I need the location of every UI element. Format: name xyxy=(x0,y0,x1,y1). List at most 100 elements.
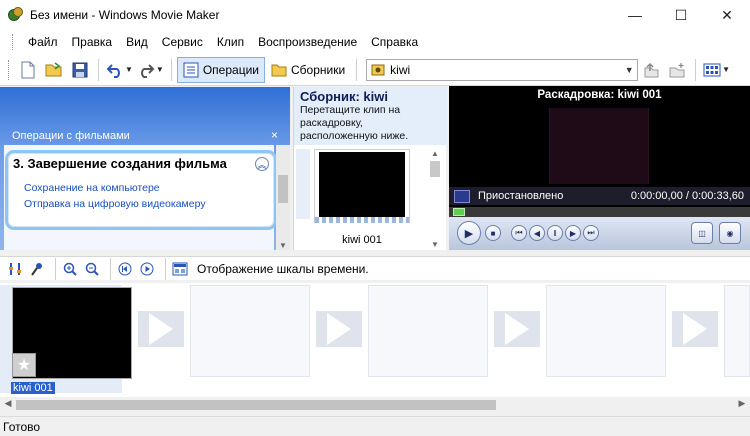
previous-frame-button[interactable]: ⏮ xyxy=(511,225,527,241)
storyboard-clip-label[interactable]: kiwi 001 xyxy=(11,382,55,394)
scroll-up-icon[interactable]: ▲ xyxy=(428,149,442,158)
monitor-title: Раскадровка: kiwi 001 xyxy=(537,89,662,101)
up-level-icon xyxy=(644,62,659,77)
close-icon[interactable]: × xyxy=(271,128,278,142)
show-timeline-button[interactable] xyxy=(171,260,189,278)
redo-dropdown-icon[interactable]: ▼ xyxy=(156,65,164,74)
collection-clip-label[interactable]: kiwi 001 xyxy=(314,234,410,246)
scroll-right-icon[interactable]: ▶ xyxy=(735,398,749,409)
split-clip-button[interactable]: ◫ xyxy=(691,222,713,244)
collection-pane: Сборник: kiwi Перетащите клип на раскадр… xyxy=(293,87,447,250)
finish-movie-section: 3. Завершение создания фильма ︽ Сохранен… xyxy=(8,153,274,227)
menu-tools[interactable]: Сервис xyxy=(155,35,210,49)
collapse-section-icon[interactable]: ︽ xyxy=(255,157,269,171)
storyboard-empty-slot[interactable] xyxy=(190,285,310,377)
scrollbar-thumb[interactable] xyxy=(16,400,496,410)
next-frame-button[interactable]: ⏭ xyxy=(583,225,599,241)
set-audio-levels-button[interactable] xyxy=(6,260,24,278)
seek-slider-handle[interactable] xyxy=(453,208,465,216)
menu-grip[interactable] xyxy=(12,34,15,50)
show-timeline-label[interactable]: Отображение шкалы времени. xyxy=(197,262,369,276)
scroll-down-icon[interactable]: ▼ xyxy=(428,240,442,249)
rewind-button[interactable]: ◀ xyxy=(529,225,545,241)
undo-dropdown-icon[interactable]: ▼ xyxy=(125,65,133,74)
seek-bar[interactable] xyxy=(449,207,750,217)
menu-edit[interactable]: Правка xyxy=(65,35,120,49)
fast-forward-button[interactable]: ▶ xyxy=(565,225,581,241)
take-picture-button[interactable]: ◉ xyxy=(719,222,741,244)
scrollbar-thumb[interactable] xyxy=(430,161,440,177)
new-collection-button[interactable] xyxy=(666,58,688,82)
maximize-button[interactable]: ☐ xyxy=(658,0,704,30)
transition-slot[interactable] xyxy=(316,311,362,347)
preview-monitor: Раскадровка: kiwi 001 Приостановлено 0:0… xyxy=(449,86,750,250)
undo-icon xyxy=(106,63,120,78)
tasks-scrollbar[interactable]: ▼ xyxy=(276,145,290,250)
collection-clip-thumbnail[interactable] xyxy=(314,149,410,223)
storyboard-slot[interactable]: ★ kiwi 001 xyxy=(0,285,132,394)
scrollbar-thumb[interactable] xyxy=(278,175,288,203)
collections-toggle[interactable]: Сборники xyxy=(265,57,351,83)
views-icon xyxy=(703,63,721,76)
transition-slot[interactable] xyxy=(494,311,540,347)
views-dropdown-icon[interactable]: ▼ xyxy=(722,65,730,74)
menu-view[interactable]: Вид xyxy=(119,35,155,49)
pause-button[interactable]: ‖ xyxy=(547,225,563,241)
play-icon xyxy=(140,262,154,275)
open-project-button[interactable] xyxy=(43,58,65,82)
transition-arrow-icon xyxy=(505,313,529,345)
status-text: Готово xyxy=(3,419,41,434)
menu-playback[interactable]: Воспроизведение xyxy=(251,35,364,49)
new-document-icon xyxy=(21,61,35,78)
views-button[interactable]: ▼ xyxy=(703,58,730,82)
transition-slot[interactable] xyxy=(138,311,184,347)
send-to-camera-link[interactable]: Отправка на цифровую видеокамеру xyxy=(24,198,206,210)
microphone-icon xyxy=(31,262,42,276)
menu-file[interactable]: Файл xyxy=(21,35,65,49)
toolbar-grip[interactable] xyxy=(8,59,11,80)
toolbar-separator xyxy=(165,257,166,280)
operations-toggle[interactable]: Операции xyxy=(176,56,265,83)
rewind-storyboard-button[interactable] xyxy=(116,260,134,278)
storyboard-empty-slot[interactable] xyxy=(724,285,750,377)
toolbar-separator xyxy=(170,58,172,81)
new-project-button[interactable] xyxy=(17,58,39,82)
save-to-computer-link[interactable]: Сохранение на компьютере xyxy=(24,182,160,194)
video-effect-star-icon[interactable]: ★ xyxy=(12,353,36,377)
zoom-in-button[interactable] xyxy=(61,260,79,278)
narrate-timeline-button[interactable] xyxy=(28,260,46,278)
playback-time: 0:00:00,00 / 0:00:33,60 xyxy=(630,190,744,202)
minimize-button[interactable]: — xyxy=(612,0,658,30)
playback-status: Приостановлено xyxy=(478,190,564,202)
close-button[interactable]: ✕ xyxy=(704,0,750,30)
open-folder-icon xyxy=(45,61,62,76)
operations-label: Операции xyxy=(202,62,259,77)
redo-button[interactable]: ▼ xyxy=(137,58,164,82)
save-project-button[interactable] xyxy=(69,58,91,82)
playback-status-bar: Приостановлено 0:00:00,00 / 0:00:33,60 xyxy=(449,187,750,205)
play-storyboard-button[interactable] xyxy=(138,260,156,278)
transition-arrow-icon xyxy=(149,313,173,345)
collection-header: Сборник: kiwi Перетащите клип на раскадр… xyxy=(294,87,447,145)
transition-slot[interactable] xyxy=(672,311,718,347)
stop-button[interactable]: ■ xyxy=(485,225,501,241)
collection-scrollbar[interactable]: ▲ ▼ xyxy=(428,149,442,249)
menu-help[interactable]: Справка xyxy=(364,35,425,49)
menu-clip[interactable]: Клип xyxy=(210,35,251,49)
storyboard-scrollbar[interactable]: ◀ ▶ xyxy=(0,397,750,413)
monitor-status-icon xyxy=(454,189,470,203)
scroll-down-icon[interactable]: ▼ xyxy=(276,241,290,250)
scroll-left-icon[interactable]: ◀ xyxy=(1,398,15,409)
play-button[interactable]: ▶ xyxy=(457,221,481,245)
storyboard-empty-slot[interactable] xyxy=(546,285,666,377)
rewind-icon xyxy=(118,262,132,275)
collection-up-button[interactable] xyxy=(640,58,662,82)
undo-button[interactable]: ▼ xyxy=(106,58,133,82)
zoom-out-button[interactable] xyxy=(83,260,101,278)
filmstrip-icon xyxy=(315,217,409,223)
storyboard-empty-slot[interactable] xyxy=(368,285,488,377)
playback-controls: ▶ ■ ⏮ ◀ ‖ ▶ ⏭ ◫ ◉ xyxy=(449,217,750,250)
chevron-down-icon[interactable]: ▼ xyxy=(621,65,637,75)
task-list-icon xyxy=(183,62,199,77)
collection-select[interactable]: kiwi ▼ xyxy=(366,58,639,81)
